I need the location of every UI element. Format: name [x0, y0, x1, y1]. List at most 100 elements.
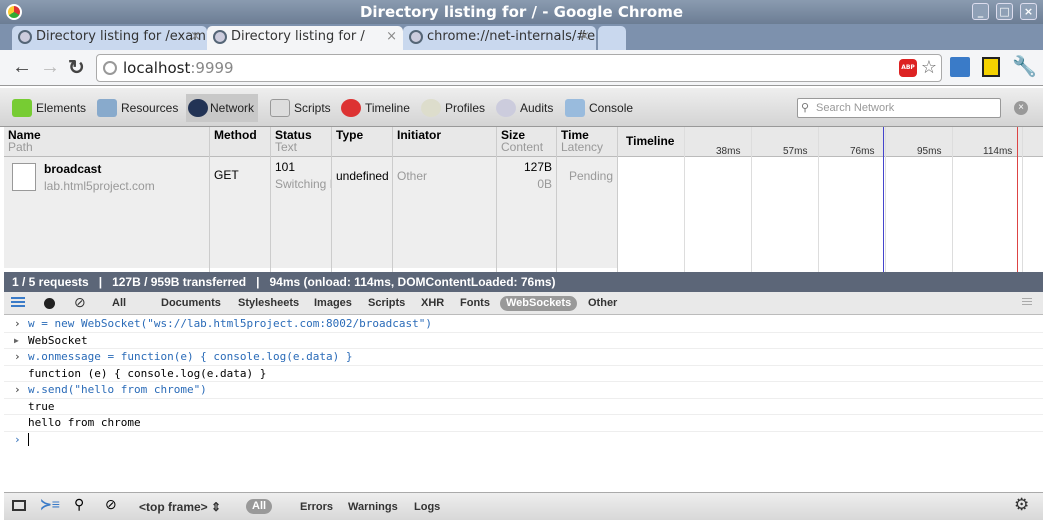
filter-documents[interactable]: Documents	[155, 296, 227, 311]
console-log: hello from chrome	[4, 415, 1043, 432]
header-type[interactable]: Type	[332, 127, 392, 157]
console-prompt[interactable]: ›	[4, 432, 1043, 449]
table-row[interactable]: broadcast lab.html5project.com	[4, 157, 209, 268]
settings-gear-icon[interactable]: ⚙	[1014, 495, 1029, 515]
tab-directory-root[interactable]: Directory listing for / ×	[207, 26, 403, 50]
level-errors[interactable]: Errors	[300, 497, 333, 517]
panel-label: Profiles	[445, 101, 486, 115]
request-time: Pending	[557, 157, 617, 268]
close-tab-icon[interactable]: ×	[579, 26, 590, 48]
request-initiator: Other	[393, 157, 496, 268]
frame-selector[interactable]: <top frame> ⇕	[139, 497, 221, 517]
close-tab-icon[interactable]: ×	[190, 26, 201, 48]
header-initiator[interactable]: Initiator	[393, 127, 496, 157]
extension-phone-icon[interactable]	[982, 57, 1000, 77]
reload-icon[interactable]: ↻	[68, 55, 85, 80]
network-summary: 1 / 5 requests | 127B / 959B transferred…	[4, 272, 1043, 292]
globe-icon	[213, 30, 227, 44]
header-timeline[interactable]: Timeline 38ms 57ms 76ms 95ms 114ms	[618, 127, 1043, 272]
tab-directory-exam[interactable]: Directory listing for /exam ×	[12, 26, 207, 50]
panel-scripts[interactable]: Scripts	[270, 94, 331, 122]
tab-strip: Directory listing for /exam × Directory l…	[0, 24, 1043, 50]
header-status[interactable]: Status Text	[271, 127, 331, 157]
panel-elements[interactable]: Elements	[12, 94, 86, 122]
url-port: :9999	[190, 59, 234, 77]
panel-timeline[interactable]: Timeline	[341, 94, 410, 122]
close-window-button[interactable]: ×	[1020, 3, 1037, 20]
search-icon: ⚲	[801, 102, 810, 114]
header-time[interactable]: Time Latency	[557, 127, 617, 157]
extension-screenshot-icon[interactable]	[950, 57, 970, 77]
filter-xhr[interactable]: XHR	[415, 296, 450, 311]
panel-network[interactable]: Network	[186, 94, 259, 122]
network-icon	[188, 99, 208, 117]
filter-images[interactable]: Images	[308, 296, 358, 311]
resize-handle-icon[interactable]	[1022, 298, 1032, 306]
wrench-icon[interactable]: 🔧	[1012, 54, 1037, 79]
address-bar[interactable]: localhost:9999 ABP ☆	[96, 54, 942, 82]
filter-all[interactable]: All	[106, 296, 132, 311]
large-rows-icon[interactable]	[11, 297, 25, 309]
panel-audits[interactable]: Audits	[496, 94, 553, 122]
filter-other[interactable]: Other	[582, 296, 623, 311]
filter-stylesheets[interactable]: Stylesheets	[232, 296, 305, 311]
file-icon	[12, 163, 36, 191]
globe-icon	[409, 30, 423, 44]
panel-label: Console	[589, 101, 634, 115]
forward-icon[interactable]: →	[40, 56, 60, 79]
maximize-button[interactable]: □	[996, 3, 1013, 20]
window-titlebar: Directory listing for / - Google Chrome …	[0, 0, 1043, 24]
clear-icon[interactable]: ⊘	[74, 294, 86, 311]
tab-net-internals[interactable]: chrome://net-internals/#e ×	[403, 26, 596, 50]
panel-resources[interactable]: Resources	[97, 94, 178, 122]
close-tab-icon[interactable]: ×	[386, 26, 397, 48]
panel-label: Resources	[121, 101, 179, 115]
level-logs[interactable]: Logs	[414, 497, 440, 517]
header-method[interactable]: Method	[210, 127, 270, 157]
inspect-search-icon[interactable]: ⚲	[74, 496, 84, 513]
bookmark-star-icon[interactable]: ☆	[921, 55, 937, 81]
adblock-icon[interactable]: ABP	[899, 59, 917, 77]
request-method: GET	[210, 157, 270, 268]
url-host: localhost	[123, 59, 191, 77]
tick-label: 95ms	[917, 146, 942, 157]
header-size[interactable]: Size Content	[497, 127, 556, 157]
network-grid: Name Path broadcast lab.html5project.com …	[4, 127, 1043, 292]
globe-icon	[18, 30, 32, 44]
globe-icon	[103, 61, 117, 75]
header-name[interactable]: Name Path	[4, 127, 209, 157]
console-toggle-icon[interactable]: ≻≡	[40, 496, 60, 513]
filter-scripts[interactable]: Scripts	[362, 296, 411, 311]
tab-label: Directory listing for /exam	[36, 29, 206, 44]
new-tab-button[interactable]	[598, 26, 626, 50]
chrome-logo-icon	[6, 4, 22, 20]
request-type: undefined	[332, 157, 392, 268]
level-all[interactable]: All	[246, 499, 273, 514]
request-name[interactable]: broadcast	[8, 161, 205, 178]
panel-label: Network	[210, 101, 255, 115]
record-icon[interactable]	[44, 298, 55, 309]
console-object[interactable]: ▶ WebSocket	[4, 333, 1043, 349]
request-size: 127B	[523, 160, 552, 174]
filter-fonts[interactable]: Fonts	[454, 296, 496, 311]
network-filter-bar: ⊘ All Documents Stylesheets Images Scrip…	[4, 292, 1043, 315]
panel-profiles[interactable]: Profiles	[421, 94, 485, 122]
search-network-input[interactable]: ⚲ Search Network	[797, 98, 1001, 118]
console-result: function (e) { console.log(e.data) }	[4, 366, 1043, 382]
column-name[interactable]: Name Path broadcast lab.html5project.com	[4, 127, 210, 272]
tab-label: Directory listing for /	[231, 29, 365, 44]
tab-label: chrome://net-internals/#e	[427, 29, 596, 44]
request-path: lab.html5project.com	[44, 179, 155, 193]
minimize-button[interactable]: _	[972, 3, 989, 20]
panel-console[interactable]: Console	[565, 94, 633, 122]
level-warnings[interactable]: Warnings	[348, 497, 398, 517]
console-command: › w.onmessage = function(e) { console.log…	[4, 349, 1043, 366]
filter-websockets[interactable]: WebSockets	[500, 296, 578, 311]
back-icon[interactable]: ←	[12, 56, 32, 79]
dock-icon[interactable]	[12, 500, 26, 511]
search-placeholder: Search Network	[816, 102, 895, 114]
close-devtools-icon[interactable]: ×	[1014, 101, 1028, 115]
panel-label: Scripts	[294, 101, 331, 115]
timeline-icon	[341, 99, 361, 117]
clear-console-icon[interactable]: ⊘	[105, 496, 117, 513]
